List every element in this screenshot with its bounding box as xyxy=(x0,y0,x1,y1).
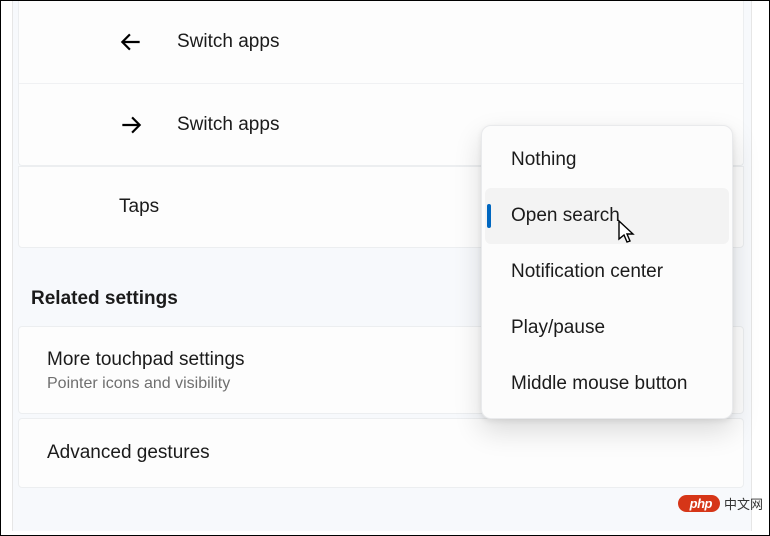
arrow-left-icon xyxy=(107,29,155,55)
dropdown-item-label: Middle mouse button xyxy=(511,373,687,395)
watermark-text: 中文网 xyxy=(724,494,763,513)
arrow-right-icon xyxy=(107,112,155,138)
card-title: Advanced gestures xyxy=(47,440,210,466)
dropdown-item-label: Nothing xyxy=(511,149,577,171)
watermark: php 中文网 xyxy=(678,494,763,513)
dropdown-item-open-search[interactable]: Open search xyxy=(485,188,729,244)
gesture-label: Switch apps xyxy=(155,31,279,53)
dropdown-item-notification-center[interactable]: Notification center xyxy=(485,244,729,300)
dropdown-item-play-pause[interactable]: Play/pause xyxy=(485,300,729,356)
gesture-row-back[interactable]: Switch apps xyxy=(19,1,743,83)
cursor-icon xyxy=(617,219,637,250)
dropdown-item-nothing[interactable]: Nothing xyxy=(485,132,729,188)
gesture-label: Switch apps xyxy=(155,114,279,136)
card-title: More touchpad settings xyxy=(47,347,245,373)
dropdown-item-middle-mouse[interactable]: Middle mouse button xyxy=(485,356,729,412)
taps-label: Taps xyxy=(119,196,159,218)
dropdown-item-label: Open search xyxy=(511,205,620,227)
dropdown-item-label: Play/pause xyxy=(511,317,605,339)
dropdown-item-label: Notification center xyxy=(511,261,663,283)
advanced-gestures-row[interactable]: Advanced gestures xyxy=(18,418,744,488)
card-text: More touchpad settings Pointer icons and… xyxy=(47,347,245,393)
card-subtitle: Pointer icons and visibility xyxy=(47,375,245,393)
watermark-badge: php xyxy=(678,495,720,512)
taps-dropdown: Nothing Open search Notification center … xyxy=(481,125,733,419)
